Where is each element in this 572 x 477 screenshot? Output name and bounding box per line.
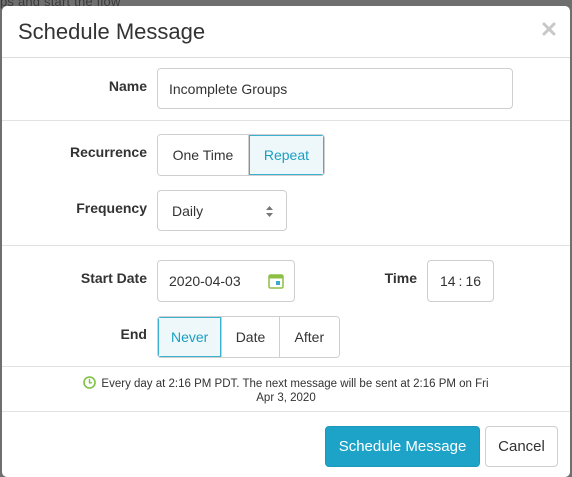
end-label: End: [120, 326, 147, 342]
schedule-summary: Every day at 2:16 PM PDT. The next messa…: [2, 366, 570, 412]
summary-line-1: Every day at 2:16 PM PDT. The next messa…: [2, 376, 570, 390]
frequency-select[interactable]: Daily: [157, 190, 287, 231]
divider: [2, 120, 570, 121]
name-field[interactable]: [157, 68, 513, 109]
modal-header: Schedule Message: [2, 6, 570, 58]
modal-title: Schedule Message: [18, 19, 206, 44]
end-toggle: Never Date After: [157, 316, 340, 358]
time-hour: 14: [439, 273, 456, 289]
frequency-value: Daily: [172, 202, 204, 219]
time-separator: :: [458, 273, 463, 289]
summary-text-1: Every day at 2:16 PM PDT. The next messa…: [101, 378, 489, 390]
end-never-button[interactable]: Never: [158, 317, 223, 357]
schedule-message-modal: Schedule Message Name Recurrence One Tim…: [2, 6, 570, 477]
divider: [2, 245, 570, 246]
close-icon[interactable]: [540, 20, 558, 38]
schedule-message-button[interactable]: Schedule Message: [325, 426, 480, 467]
recurrence-label: Recurrence: [69, 144, 147, 160]
summary-line-2: Apr 3, 2020: [256, 392, 316, 404]
frequency-label: Frequency: [76, 200, 147, 216]
end-date-button[interactable]: Date: [222, 317, 280, 357]
cancel-button[interactable]: Cancel: [485, 426, 558, 467]
start-date-field[interactable]: 2020-04-03: [157, 260, 295, 302]
recurrence-toggle: One Time Repeat: [157, 134, 325, 176]
start-date-value: 2020-04-03: [169, 273, 241, 289]
calendar-icon[interactable]: [268, 273, 284, 289]
start-date-label: Start Date: [80, 270, 147, 286]
name-label: Name: [108, 78, 147, 94]
end-after-button[interactable]: After: [279, 317, 339, 357]
clock-icon: [83, 376, 97, 389]
recurrence-repeat-button[interactable]: Repeat: [248, 135, 324, 175]
time-field[interactable]: 14 : 16: [427, 260, 494, 302]
time-label: Time: [384, 270, 417, 286]
time-minute: 16: [465, 273, 482, 289]
select-arrows-icon: [265, 205, 274, 218]
recurrence-one-time-button[interactable]: One Time: [158, 135, 249, 175]
